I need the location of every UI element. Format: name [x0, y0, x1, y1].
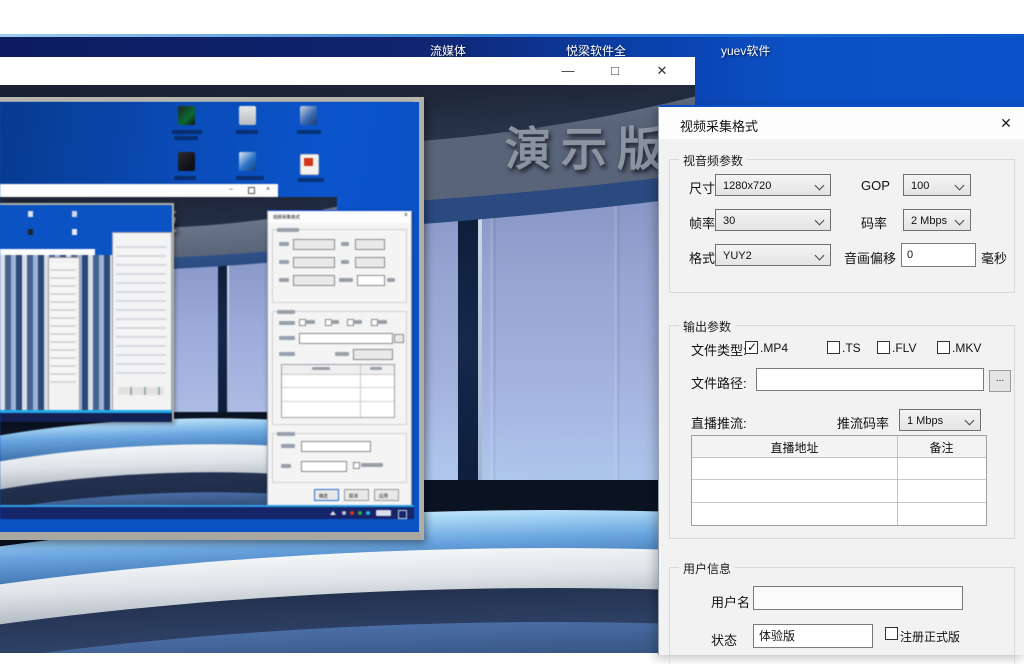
- nested-taskbar: [0, 505, 414, 519]
- column-remark: 备注: [897, 439, 986, 456]
- username-label: 用户名: [711, 592, 750, 611]
- mp4-label: .MP4: [760, 341, 788, 355]
- nested-app-titlebar: – ×: [0, 184, 278, 197]
- mkv-checkbox[interactable]: [937, 341, 950, 354]
- file-type-label: 文件类型:: [691, 340, 747, 359]
- username-input[interactable]: [753, 586, 963, 610]
- gop-label: GOP: [861, 178, 890, 193]
- dialog-title: 视频采集格式: [680, 116, 758, 135]
- desktop-icon-label-yuev[interactable]: yuev软件: [721, 42, 770, 59]
- nested-dialog-title: 视频采集格式: [273, 213, 300, 220]
- minimize-icon[interactable]: —: [548, 57, 588, 85]
- bitrate-label: 码率: [861, 213, 887, 232]
- register-checkbox[interactable]: [885, 627, 898, 640]
- mp4-checkbox[interactable]: ✓: [745, 341, 758, 354]
- nested-cancel-button: 取消: [344, 489, 369, 501]
- app-window: — □ ✕ 演示版: [0, 57, 695, 653]
- stream-bitrate-label: 推流码率: [837, 413, 889, 432]
- size-select[interactable]: 1280x720: [715, 174, 831, 196]
- chevron-down-icon: [815, 251, 825, 261]
- top-strip: [0, 0, 1024, 34]
- show-desktop: [398, 510, 407, 519]
- table-row[interactable]: [692, 480, 986, 503]
- chevron-down-icon: [815, 216, 825, 226]
- dialog-close-icon[interactable]: ✕: [995, 114, 1017, 132]
- output-params-label: 输出参数: [679, 318, 735, 335]
- ts-label: .TS: [842, 341, 861, 355]
- table-row[interactable]: [692, 457, 986, 480]
- app-titlebar: — □ ✕: [0, 57, 695, 85]
- user-info-label: 用户信息: [679, 560, 735, 577]
- status-input[interactable]: 体验版: [753, 624, 873, 648]
- table-row[interactable]: [692, 503, 986, 525]
- screen-capture-preview: – × 演示版: [0, 97, 424, 540]
- chevron-down-icon: [965, 416, 975, 426]
- tray-arrow-icon: [330, 511, 336, 515]
- chevron-down-icon: [815, 181, 825, 191]
- nested-desktop-icon: [178, 152, 195, 171]
- bitrate-select[interactable]: 2 Mbps: [903, 209, 971, 231]
- nested-desktop-icon: [239, 152, 256, 171]
- flv-checkbox[interactable]: [877, 341, 890, 354]
- av-params-label: 视音频参数: [679, 152, 747, 169]
- checkmark-icon: ✓: [747, 340, 757, 354]
- chevron-down-icon: [955, 216, 965, 226]
- nested-desktop-icon: [239, 106, 256, 125]
- live-stream-label: 直播推流:: [691, 413, 747, 432]
- nested-format-dialog: 视频采集格式 ×: [267, 210, 412, 507]
- flv-label: .FLV: [892, 341, 916, 355]
- nested-ok-button: 确定: [314, 489, 339, 501]
- av-offset-input[interactable]: 0: [901, 243, 976, 267]
- file-path-input[interactable]: [756, 368, 984, 391]
- column-live-address: 直播地址: [692, 439, 897, 456]
- user-info-group: 用户信息: [669, 567, 1015, 664]
- gop-select[interactable]: 100: [903, 174, 971, 196]
- nested-desktop-icon: [178, 106, 195, 125]
- format-select[interactable]: YUY2: [715, 244, 831, 266]
- dialog-titlebar: 视频采集格式 ✕: [659, 107, 1024, 139]
- fps-select[interactable]: 30: [715, 209, 831, 231]
- size-label: 尺寸: [689, 178, 715, 197]
- maximize-icon[interactable]: □: [595, 57, 635, 85]
- video-capture-format-dialog: 视频采集格式 ✕ 视音频参数 尺寸 1280x720 GOP 100 帧率 30…: [658, 105, 1024, 655]
- studio-scene: 演示版 –: [0, 85, 695, 653]
- format-label: 格式: [689, 248, 715, 267]
- nested-recursion-preview: [0, 203, 174, 422]
- stream-bitrate-select[interactable]: 1 Mbps: [899, 409, 981, 431]
- fps-label: 帧率: [689, 213, 715, 232]
- status-label: 状态: [711, 630, 737, 649]
- stream-address-table: 直播地址 备注: [691, 435, 987, 526]
- chevron-down-icon: [955, 181, 965, 191]
- av-offset-label: 音画偏移: [844, 248, 896, 267]
- nested-apply-button: 应用: [374, 489, 399, 501]
- register-label: 注册正式版: [900, 628, 960, 645]
- tray-clock: [376, 510, 391, 516]
- browse-button[interactable]: ...: [989, 370, 1011, 392]
- close-icon[interactable]: ✕: [642, 57, 682, 85]
- av-offset-unit: 毫秒: [981, 248, 1007, 267]
- ts-checkbox[interactable]: [827, 341, 840, 354]
- mkv-label: .MKV: [952, 341, 981, 355]
- nested-desktop-icon: [300, 106, 317, 125]
- file-path-label: 文件路径:: [691, 373, 747, 392]
- demo-watermark: 演示版: [505, 113, 673, 179]
